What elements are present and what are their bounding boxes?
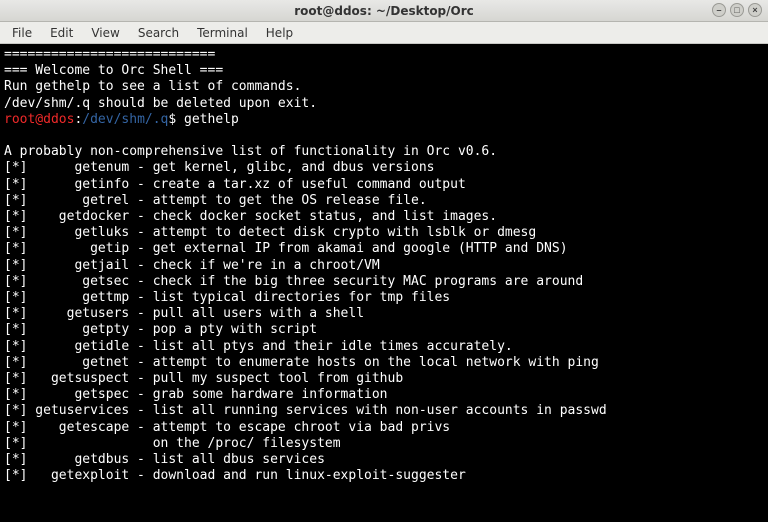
banner-title: === Welcome to Orc Shell ===	[4, 63, 223, 78]
help-row: [*] getsec - check if the big three secu…	[4, 274, 583, 289]
command-text: gethelp	[184, 112, 239, 127]
minimize-icon: –	[716, 6, 721, 15]
close-icon: ×	[752, 6, 757, 15]
banner-hr: ===========================	[4, 47, 215, 62]
minimize-button[interactable]: –	[712, 3, 726, 17]
help-row: [*] getpty - pop a pty with script	[4, 322, 317, 337]
maximize-icon: □	[734, 6, 739, 15]
titlebar: root@ddos: ~/Desktop/Orc – □ ×	[0, 0, 768, 22]
help-row: [*] getsuspect - pull my suspect tool fr…	[4, 371, 403, 386]
help-row: [*] getspec - grab some hardware informa…	[4, 387, 388, 402]
help-row: [*] getuservices - list all running serv…	[4, 403, 607, 418]
help-row: [*] getenum - get kernel, glibc, and dbu…	[4, 160, 434, 175]
help-row: [*] getusers - pull all users with a she…	[4, 306, 364, 321]
menu-edit[interactable]: Edit	[42, 24, 81, 42]
help-row: [*] getluks - attempt to detect disk cry…	[4, 225, 536, 240]
help-row: [*] getip - get external IP from akamai …	[4, 241, 568, 256]
help-row: [*] gettmp - list typical directories fo…	[4, 290, 450, 305]
prompt-path: /dev/shm/.q	[82, 112, 168, 127]
window-title: root@ddos: ~/Desktop/Orc	[294, 4, 474, 18]
help-row: [*] getdbus - list all dbus services	[4, 452, 325, 467]
menu-file[interactable]: File	[4, 24, 40, 42]
help-row: [*] on the /proc/ filesystem	[4, 436, 341, 451]
banner-line1: Run gethelp to see a list of commands.	[4, 79, 301, 94]
help-row: [*] getinfo - create a tar.xz of useful …	[4, 177, 466, 192]
maximize-button[interactable]: □	[730, 3, 744, 17]
help-row: [*] getexploit - download and run linux-…	[4, 468, 466, 483]
close-button[interactable]: ×	[748, 3, 762, 17]
banner-line2: /dev/shm/.q should be deleted upon exit.	[4, 96, 317, 111]
menu-terminal[interactable]: Terminal	[189, 24, 256, 42]
help-row: [*] getdocker - check docker socket stat…	[4, 209, 497, 224]
menu-help[interactable]: Help	[258, 24, 301, 42]
intro-line: A probably non-comprehensive list of fun…	[4, 144, 497, 159]
menu-search[interactable]: Search	[130, 24, 187, 42]
menubar: File Edit View Search Terminal Help	[0, 22, 768, 44]
help-row: [*] getjail - check if we're in a chroot…	[4, 258, 380, 273]
prompt-sym: $	[168, 112, 184, 127]
prompt-user: root@ddos	[4, 112, 74, 127]
terminal-output[interactable]: =========================== === Welcome …	[0, 44, 768, 522]
window-buttons: – □ ×	[712, 3, 762, 17]
help-row: [*] getidle - list all ptys and their id…	[4, 339, 513, 354]
help-row: [*] getrel - attempt to get the OS relea…	[4, 193, 427, 208]
help-row: [*] getnet - attempt to enumerate hosts …	[4, 355, 599, 370]
help-row: [*] getescape - attempt to escape chroot…	[4, 420, 450, 435]
menu-view[interactable]: View	[83, 24, 127, 42]
